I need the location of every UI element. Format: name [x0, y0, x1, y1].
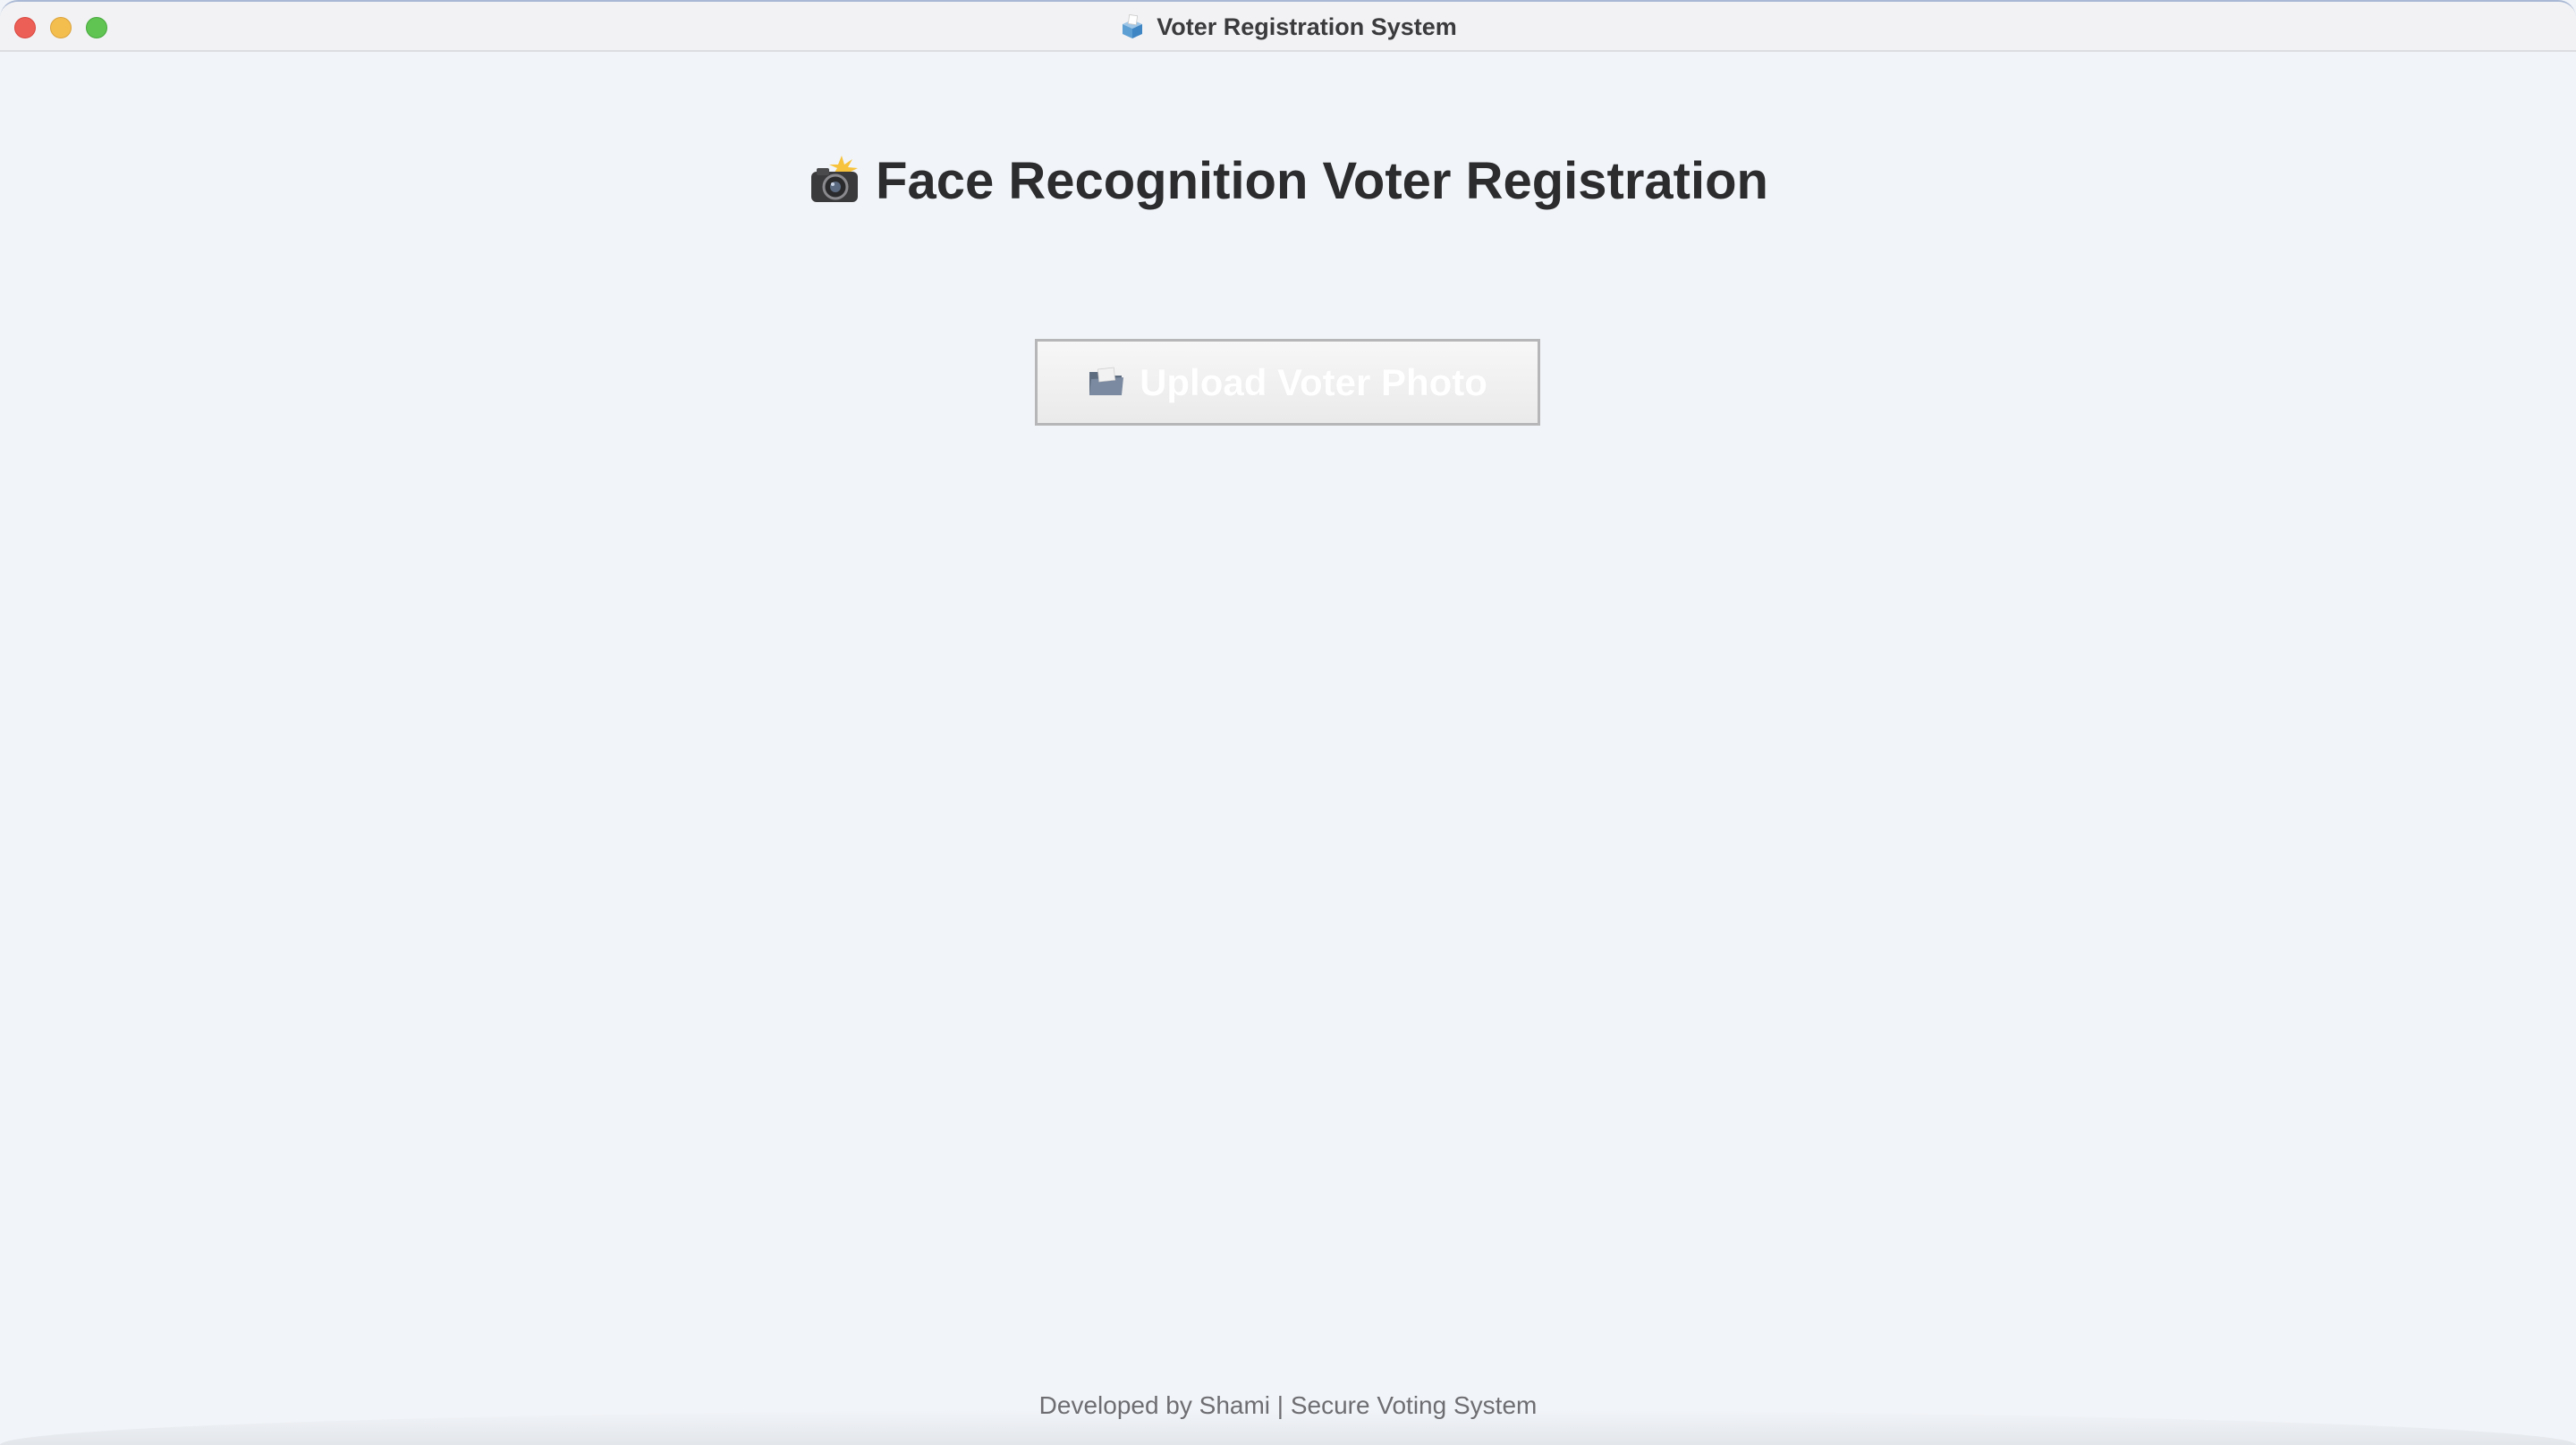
ballot-box-icon: [1119, 13, 1146, 40]
camera-flash-icon: [808, 154, 861, 207]
app-window: Voter Registration System Face Recogniti…: [0, 0, 2576, 1445]
upload-button-label: Upload Voter Photo: [1140, 360, 1487, 403]
folder-icon: [1088, 367, 1125, 399]
title-bar[interactable]: Voter Registration System: [0, 2, 2576, 52]
page-title: Face Recognition Voter Registration: [0, 145, 2576, 216]
upload-voter-photo-button[interactable]: Upload Voter Photo: [1035, 339, 1540, 426]
window-title: Voter Registration System: [0, 2, 2576, 52]
window-title-text: Voter Registration System: [1157, 13, 1457, 40]
page-title-text: Face Recognition Voter Registration: [876, 151, 1768, 210]
